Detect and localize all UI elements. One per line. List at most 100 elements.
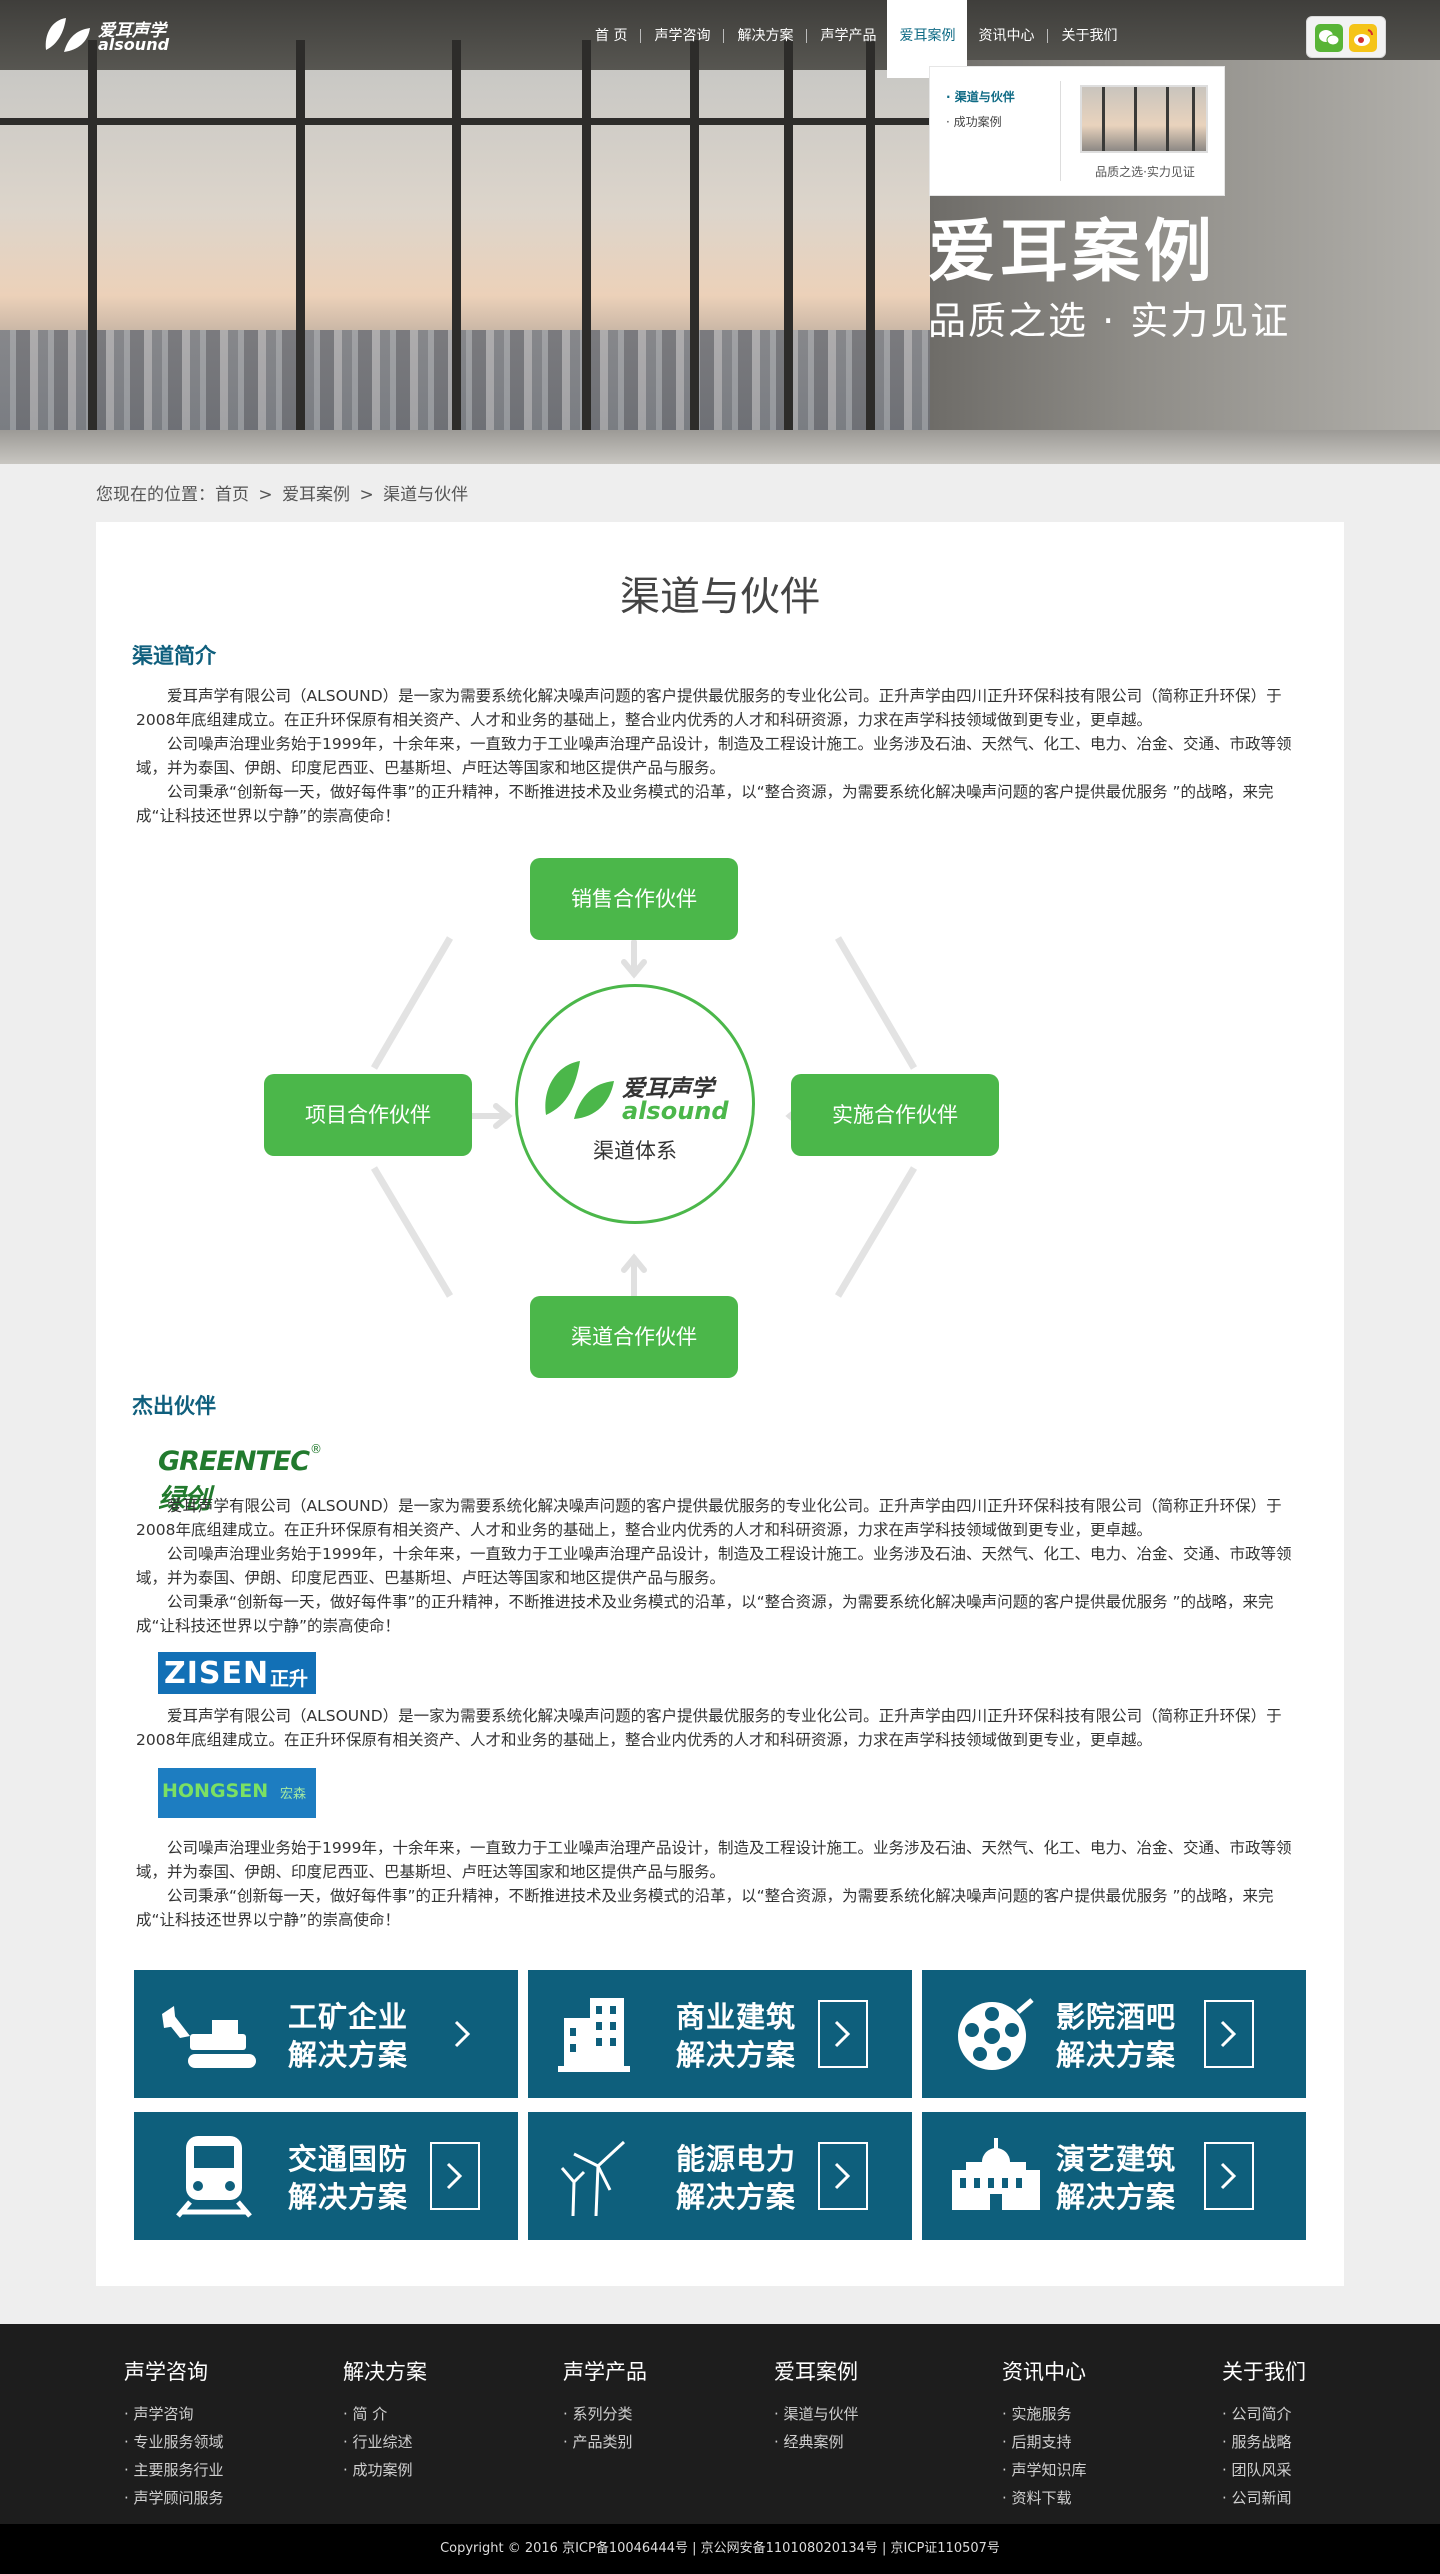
solution-tile-cinema[interactable]: 影院酒吧 解决方案 [922, 1970, 1306, 2098]
footer-link[interactable]: · 专业服务领域 [124, 2428, 224, 2456]
footer-link[interactable]: · 服务战略 [1222, 2428, 1306, 2456]
theater-icon [952, 2138, 1040, 2210]
footer-link[interactable]: · 后期支持 [1002, 2428, 1087, 2456]
footer-heading[interactable]: 解决方案 [343, 2356, 427, 2386]
channel-system-diagram: 销售合作伙伴 项目合作伙伴 实施合作伙伴 渠道合作伙伴 爱耳声学 alsound… [264, 858, 1064, 1378]
site-footer: 声学咨询 · 声学咨询 · 专业服务领域 · 主要服务行业 · 声学顾问服务 解… [0, 2324, 1440, 2524]
footer-link[interactable]: · 产品类别 [563, 2428, 647, 2456]
hero-subtitle: 品质之选 · 实力见证 [928, 299, 1291, 343]
building-icon [558, 1998, 630, 2072]
node-implementation-partner: 实施合作伙伴 [791, 1074, 999, 1156]
nav-item-home[interactable]: 首 页 [584, 0, 638, 72]
wind-turbine-icon [560, 2140, 626, 2217]
leaf-logo-icon [545, 1061, 614, 1119]
chevron-right-icon [438, 2000, 488, 2068]
diagram-center-logo: 爱耳声学 alsound 渠道体系 [515, 984, 755, 1224]
footer-column-about: 关于我们 · 公司简介 · 服务战略 · 团队风采 · 公司新闻 [1222, 2356, 1306, 2512]
footer-heading[interactable]: 爱耳案例 [774, 2356, 859, 2386]
partner-paragraph: 公司噪声治理业务始于1999年，十余年来，一直致力于工业噪声治理产品设计，制造及… [136, 1839, 1292, 1881]
window-frame [582, 40, 591, 460]
cases-dropdown-menu: · 渠道与伙伴 · 成功案例 品质之选·实力见证 [929, 66, 1225, 196]
footer-link[interactable]: · 公司简介 [1222, 2400, 1306, 2428]
footer-link[interactable]: · 经典案例 [774, 2428, 859, 2456]
train-icon [176, 2136, 252, 2218]
hero-city-skyline [0, 330, 940, 440]
excavator-icon [162, 2006, 256, 2068]
dropdown-link-channels[interactable]: · 渠道与伙伴 [946, 85, 1015, 110]
solution-title-line1: 影院酒吧 [1056, 2000, 1177, 2034]
partner-description: 爱耳声学有限公司（ALSOUND）是一家为需要系统化解决噪声问题的客户提供最优服… [136, 1704, 1302, 1752]
solution-tile-energy[interactable]: 能源电力 解决方案 [528, 2112, 912, 2240]
solution-tile-transport[interactable]: 交通国防 解决方案 [134, 2112, 518, 2240]
wechat-icon[interactable] [1315, 24, 1343, 52]
leaf-logo-icon [45, 18, 90, 52]
footer-heading[interactable]: 资讯中心 [1002, 2356, 1087, 2386]
breadcrumb-separator: > [258, 485, 273, 505]
solution-title-line1: 能源电力 [676, 2142, 797, 2176]
chevron-right-icon [818, 2142, 868, 2210]
intro-text: 爱耳声学有限公司（ALSOUND）是一家为需要系统化解决噪声问题的客户提供最优服… [136, 684, 1302, 828]
solution-tile-performing-arts[interactable]: 演艺建筑 解决方案 [922, 2112, 1306, 2240]
partner-logo-greentec[interactable]: GREENTEC绿创 ® [158, 1442, 328, 1515]
nav-item-consulting[interactable]: 声学咨询 [643, 0, 721, 72]
footer-link[interactable]: · 声学知识库 [1002, 2456, 1087, 2484]
window-frame [88, 40, 97, 460]
page-title: 渠道与伙伴 [620, 574, 820, 620]
solution-title-line2: 解决方案 [676, 2038, 797, 2072]
nav-item-products[interactable]: 声学产品 [809, 0, 887, 72]
nav-item-about[interactable]: 关于我们 [1050, 0, 1128, 72]
footer-link[interactable]: · 资料下载 [1002, 2484, 1087, 2512]
center-logo-english: alsound [622, 1097, 729, 1125]
solution-title-line2: 解决方案 [1056, 2180, 1177, 2214]
dropdown-link-success-cases[interactable]: · 成功案例 [946, 110, 1015, 135]
solution-title-line1: 交通国防 [288, 2142, 409, 2176]
intro-paragraph: 爱耳声学有限公司（ALSOUND）是一家为需要系统化解决噪声问题的客户提供最优服… [136, 687, 1282, 729]
footer-heading[interactable]: 关于我们 [1222, 2356, 1306, 2386]
footer-link[interactable]: · 实施服务 [1002, 2400, 1087, 2428]
breadcrumb-separator: > [359, 485, 374, 505]
footer-heading[interactable]: 声学咨询 [124, 2356, 224, 2386]
copyright-bar: Copyright © 2016 京ICP备10046444号 | 京公网安备1… [0, 2524, 1440, 2574]
breadcrumb-home[interactable]: 您现在的位置：首页 [96, 485, 249, 505]
hero-floor [0, 430, 1440, 464]
hero-title: 爱耳案例 [928, 213, 1217, 292]
solution-title-line1: 演艺建筑 [1056, 2142, 1177, 2176]
solution-title-line2: 解决方案 [288, 2180, 409, 2214]
breadcrumb-current: 渠道与伙伴 [383, 485, 469, 505]
footer-column-news: 资讯中心 · 实施服务 · 后期支持 · 声学知识库 · 资料下载 [1002, 2356, 1087, 2512]
footer-link[interactable]: · 团队风采 [1222, 2456, 1306, 2484]
footer-link[interactable]: · 简 介 [343, 2400, 427, 2428]
footer-link[interactable]: · 渠道与伙伴 [774, 2400, 859, 2428]
footer-link[interactable]: · 声学顾问服务 [124, 2484, 224, 2512]
nav-item-solutions[interactable]: 解决方案 [726, 0, 804, 72]
weibo-icon[interactable] [1349, 24, 1377, 52]
window-frame [784, 40, 793, 460]
site-logo[interactable]: 爱耳声学 alsound [42, 10, 182, 54]
window-frame [866, 40, 875, 460]
partner-logo-hongsen[interactable]: HONGSEN 宏森 [158, 1768, 316, 1818]
footer-link[interactable]: · 主要服务行业 [124, 2456, 224, 2484]
footer-link[interactable]: · 行业综述 [343, 2428, 427, 2456]
footer-column-consulting: 声学咨询 · 声学咨询 · 专业服务领域 · 主要服务行业 · 声学顾问服务 [124, 2356, 224, 2512]
nav-divider [640, 29, 642, 43]
dropdown-thumbnail-image[interactable] [1080, 85, 1208, 153]
partner-logo-zisen[interactable]: ZISEN 正升 [158, 1652, 316, 1694]
chevron-right-icon [430, 2142, 480, 2210]
footer-heading[interactable]: 声学产品 [563, 2356, 647, 2386]
footer-link[interactable]: · 成功案例 [343, 2456, 427, 2484]
footer-link[interactable]: · 声学咨询 [124, 2400, 224, 2428]
solution-title-line2: 解决方案 [676, 2180, 797, 2214]
footer-link[interactable]: · 系列分类 [563, 2400, 647, 2428]
solution-title-line2: 解决方案 [1056, 2038, 1177, 2072]
breadcrumb-cases[interactable]: 爱耳案例 [282, 485, 350, 505]
footer-link[interactable]: · 公司新闻 [1222, 2484, 1306, 2512]
solution-tile-commercial[interactable]: 商业建筑 解决方案 [528, 1970, 912, 2098]
nav-divider [1047, 29, 1049, 43]
nav-item-news[interactable]: 资讯中心 [967, 0, 1045, 72]
section-heading-partners: 杰出伙伴 [132, 1394, 216, 1418]
partner-description: 爱耳声学有限公司（ALSOUND）是一家为需要系统化解决噪声问题的客户提供最优服… [136, 1494, 1302, 1638]
solution-title-line2: 解决方案 [288, 2038, 409, 2072]
nav-divider [723, 29, 725, 43]
solution-tile-industrial[interactable]: 工矿企业 解决方案 [134, 1970, 518, 2098]
partner-paragraph: 爱耳声学有限公司（ALSOUND）是一家为需要系统化解决噪声问题的客户提供最优服… [136, 1707, 1282, 1749]
